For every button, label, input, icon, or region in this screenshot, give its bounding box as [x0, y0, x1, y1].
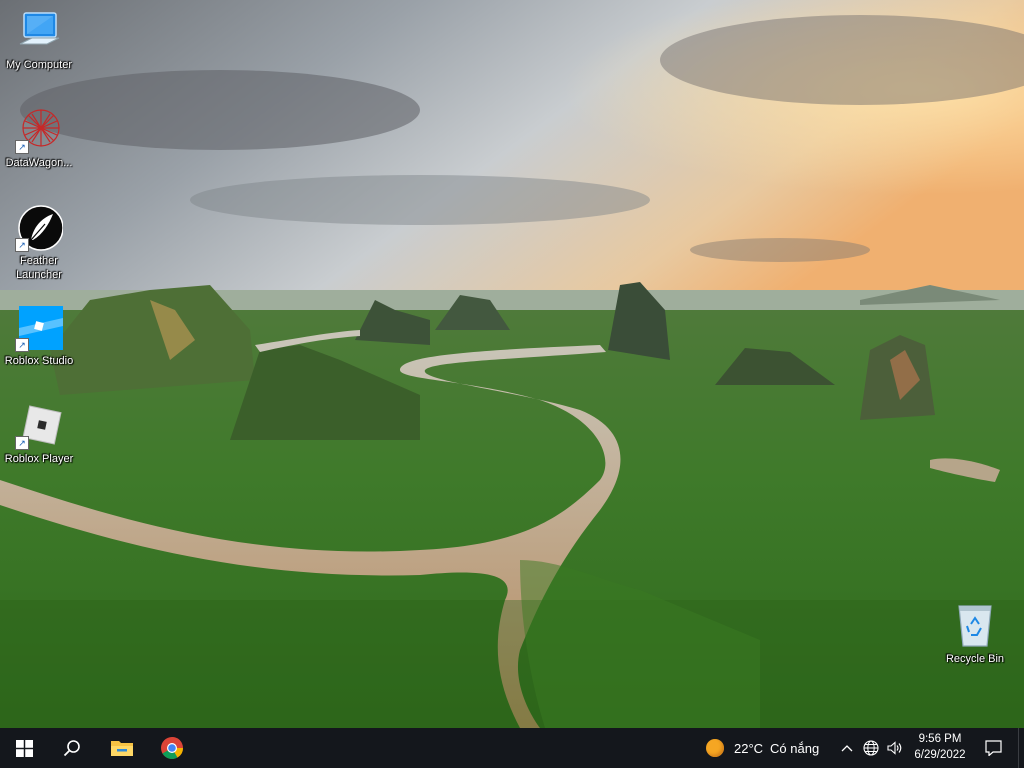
computer-icon	[15, 8, 63, 56]
taskbar-clock[interactable]: 9:56 PM 6/29/2022	[910, 731, 970, 763]
desktop-icon-label: Recycle Bin	[945, 653, 1005, 665]
clock-date: 6/29/2022	[914, 749, 966, 761]
roblox-studio-icon: ↗	[15, 304, 63, 352]
desktop-icon-label: Feather Launcher	[16, 255, 62, 281]
desktop-icon-recycle-bin[interactable]: Recycle Bin	[937, 602, 1013, 666]
volume-button[interactable]	[884, 728, 906, 768]
chevron-up-icon	[841, 745, 853, 752]
search-button[interactable]	[48, 728, 96, 768]
desktop-icon-my-computer[interactable]: My Computer	[1, 8, 77, 72]
show-desktop-button[interactable]	[1018, 728, 1024, 768]
start-button[interactable]	[0, 728, 48, 768]
chrome-icon	[161, 737, 183, 759]
wallpaper-image	[0, 0, 1024, 728]
taskbar: 22°C Có nắng 9:56 PM 6/29/2022	[0, 728, 1024, 768]
desktop-icon-roblox-studio[interactable]: ↗ Roblox Studio	[1, 304, 77, 368]
desktop-icon-label: My Computer	[5, 59, 73, 71]
file-explorer-icon	[111, 741, 133, 756]
notification-center-button[interactable]	[978, 728, 1008, 768]
shortcut-arrow-icon: ↗	[15, 436, 29, 450]
sun-icon	[706, 739, 724, 757]
search-icon	[63, 740, 80, 757]
clock-time: 9:56 PM	[918, 733, 962, 745]
taskbar-file-explorer[interactable]	[98, 728, 146, 768]
windows-start-icon	[15, 739, 33, 757]
weather-widget[interactable]: 22°C Có nắng	[700, 728, 832, 768]
shortcut-arrow-icon: ↗	[15, 238, 29, 252]
network-globe-icon	[863, 740, 879, 756]
recycle-bin-icon	[951, 602, 999, 650]
weather-condition: Có nắng	[770, 740, 820, 756]
desktop-icon-label: Roblox Studio	[4, 355, 74, 367]
show-hidden-icons-button[interactable]	[838, 728, 856, 768]
speaker-icon	[887, 741, 902, 755]
desktop-icon-roblox-player[interactable]: ↗ Roblox Player	[1, 402, 77, 466]
shortcut-arrow-icon: ↗	[15, 338, 29, 352]
network-button[interactable]	[860, 728, 882, 768]
desktop[interactable]: My Computer ↗ DataWagon... ↗ Feather Lau…	[0, 0, 1024, 728]
datawagon-icon: ↗	[15, 106, 63, 154]
desktop-icon-label: DataWagon...	[5, 157, 73, 169]
weather-temperature: 22°C	[734, 740, 764, 756]
notification-icon	[984, 740, 1002, 756]
roblox-player-icon: ↗	[15, 402, 63, 450]
feather-launcher-icon: ↗	[15, 204, 64, 252]
taskbar-chrome[interactable]	[148, 728, 196, 768]
desktop-icon-datawagon[interactable]: ↗ DataWagon...	[1, 106, 77, 170]
desktop-icon-feather-launcher[interactable]: ↗ Feather Launcher	[1, 204, 77, 282]
desktop-icon-label: Roblox Player	[4, 453, 74, 465]
shortcut-arrow-icon: ↗	[15, 140, 29, 154]
